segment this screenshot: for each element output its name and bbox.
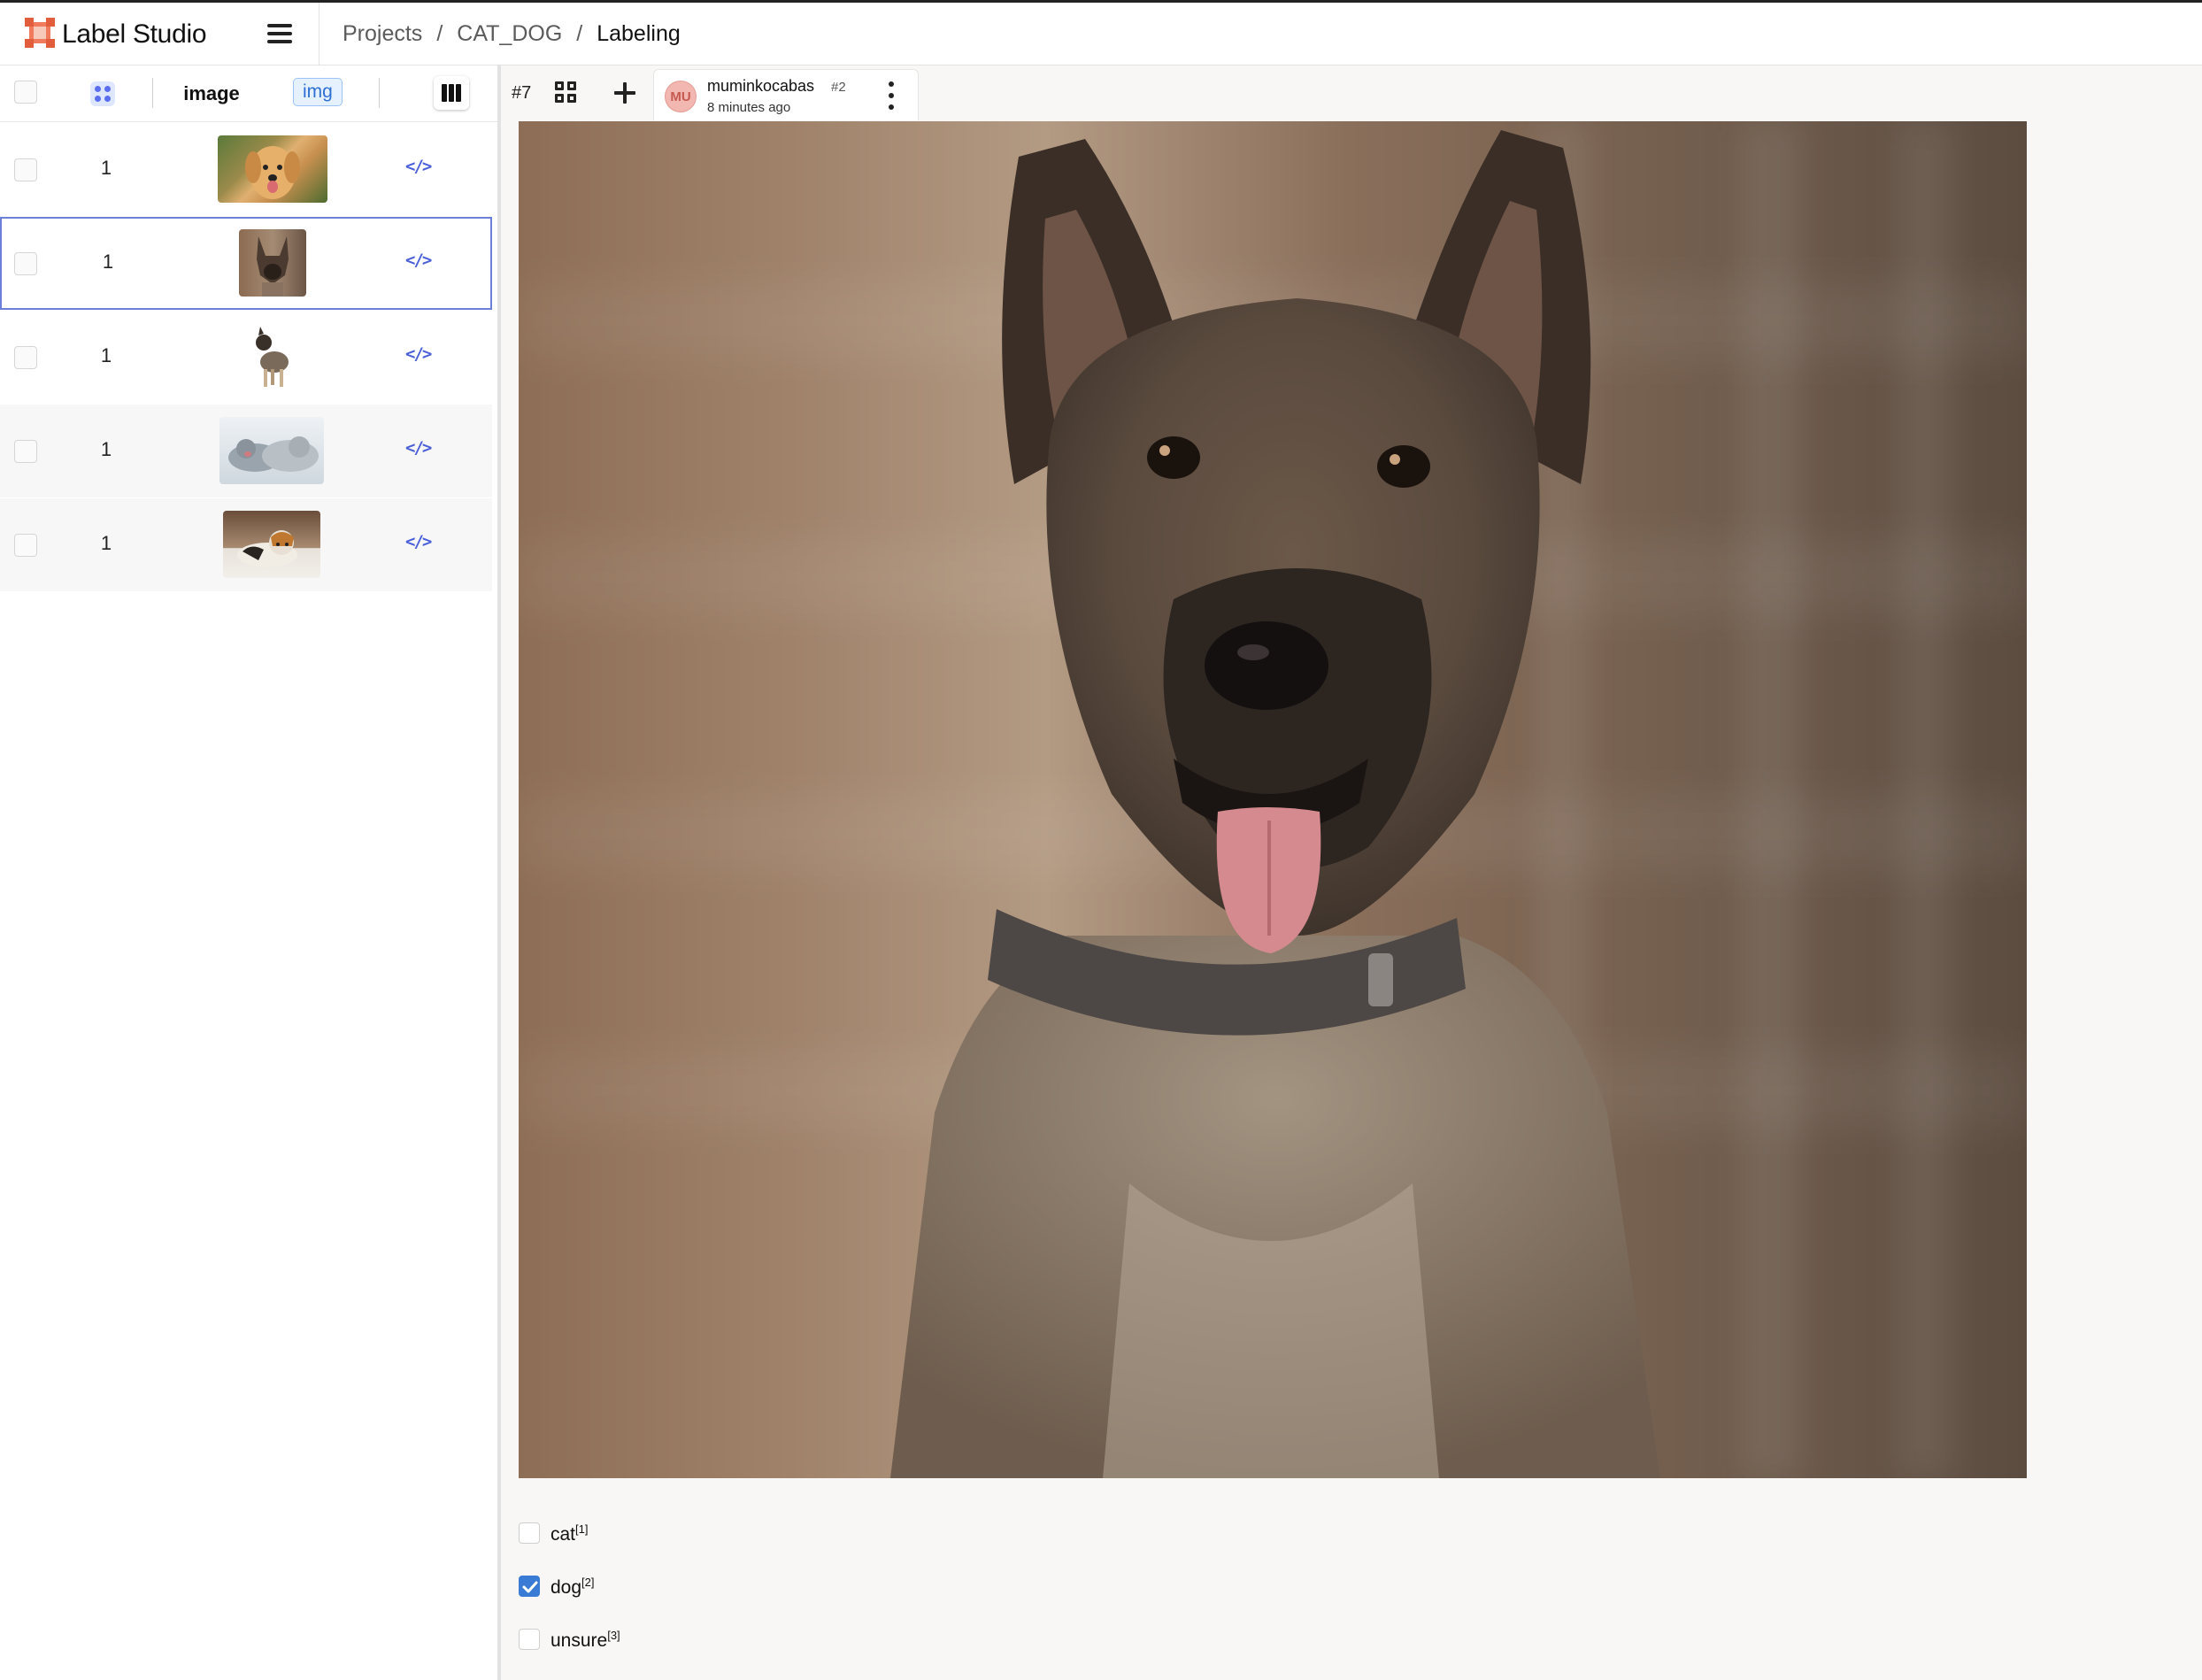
dog-photo — [890, 130, 1660, 1478]
divider — [152, 78, 153, 108]
table-row[interactable]: 1 </> — [0, 311, 492, 404]
checkmark-icon — [522, 1581, 538, 1593]
annotation-number: #2 — [831, 80, 846, 95]
avatar: MU — [665, 81, 697, 112]
add-annotation-icon[interactable] — [612, 81, 637, 105]
choice-label: unsure[3] — [550, 1629, 620, 1651]
row-checkbox[interactable] — [14, 252, 37, 275]
image-canvas[interactable] — [519, 121, 2027, 1478]
annotation-time: 8 minutes ago — [707, 100, 791, 115]
breadcrumb-separator: / — [576, 21, 583, 46]
code-view-icon[interactable]: </> — [405, 157, 432, 176]
image-thumbnail — [239, 323, 304, 390]
choice-cat[interactable]: cat[1] — [519, 1517, 873, 1553]
annotation-count: 1 — [100, 157, 112, 179]
annotation-count: 1 — [102, 250, 114, 273]
columns-toggle-button[interactable] — [434, 76, 469, 110]
row-checkbox[interactable] — [14, 158, 37, 181]
table-header: image img — [0, 66, 497, 122]
choice-dog[interactable]: dog[2] — [519, 1570, 873, 1606]
column-header-image[interactable]: image — [173, 82, 250, 105]
task-id: #7 — [512, 83, 532, 103]
divider — [319, 3, 320, 68]
label-studio-logo-icon[interactable] — [25, 18, 55, 48]
breadcrumb-current: Labeling — [597, 21, 681, 46]
breadcrumb-project[interactable]: CAT_DOG — [457, 21, 562, 46]
table-row[interactable]: 1 </> — [0, 123, 492, 216]
column-type-tag: img — [293, 78, 343, 106]
annotator-name: muminkocabas — [707, 77, 815, 95]
annotations-count-icon — [90, 81, 115, 106]
image-thumbnail — [218, 135, 327, 203]
app-name[interactable]: Label Studio — [62, 19, 207, 50]
annotation-count: 1 — [100, 438, 112, 460]
choice-checkbox[interactable] — [519, 1522, 540, 1544]
divider — [379, 78, 380, 108]
labeling-panel: #7 MU muminkocabas #2 8 minutes ago cat[… — [501, 66, 2202, 1680]
top-bar: Label Studio Projects / CAT_DOG / Labeling — [0, 0, 2202, 68]
breadcrumb-separator: / — [436, 21, 443, 46]
select-all-checkbox[interactable] — [14, 81, 37, 104]
choice-checkbox[interactable] — [519, 1629, 540, 1650]
table-row[interactable]: 1 </> — [0, 498, 492, 591]
task-table: image img 1 </> 1 </> 1 </> 1 </> 1 </> — [0, 66, 497, 1680]
annotation-count: 1 — [100, 344, 112, 366]
choice-label: cat[1] — [550, 1522, 589, 1545]
annotation-tab[interactable]: MU muminkocabas #2 8 minutes ago — [653, 69, 919, 120]
table-row[interactable]: 1 </> — [0, 405, 492, 497]
code-view-icon[interactable]: </> — [405, 438, 432, 458]
row-checkbox[interactable] — [14, 346, 37, 369]
image-thumbnail — [223, 511, 320, 578]
annotation-count: 1 — [100, 532, 112, 554]
choice-label: dog[2] — [550, 1576, 595, 1598]
code-view-icon[interactable]: </> — [405, 250, 432, 270]
row-checkbox[interactable] — [14, 440, 37, 463]
grid-view-icon[interactable] — [555, 81, 578, 104]
menu-icon[interactable] — [267, 24, 292, 43]
image-thumbnail — [219, 417, 324, 484]
choice-checkbox[interactable] — [519, 1576, 540, 1597]
code-view-icon[interactable]: </> — [405, 344, 432, 364]
breadcrumb-projects[interactable]: Projects — [343, 21, 422, 46]
row-checkbox[interactable] — [14, 534, 37, 557]
table-row[interactable]: 1 </> — [0, 217, 492, 310]
more-options-icon[interactable] — [886, 81, 897, 111]
image-thumbnail — [239, 229, 306, 297]
breadcrumb: Projects / CAT_DOG / Labeling — [343, 21, 681, 47]
annotation-toolbar: #7 MU muminkocabas #2 8 minutes ago — [501, 66, 2202, 120]
choice-unsure[interactable]: unsure[3] — [519, 1623, 873, 1659]
code-view-icon[interactable]: </> — [405, 532, 432, 551]
